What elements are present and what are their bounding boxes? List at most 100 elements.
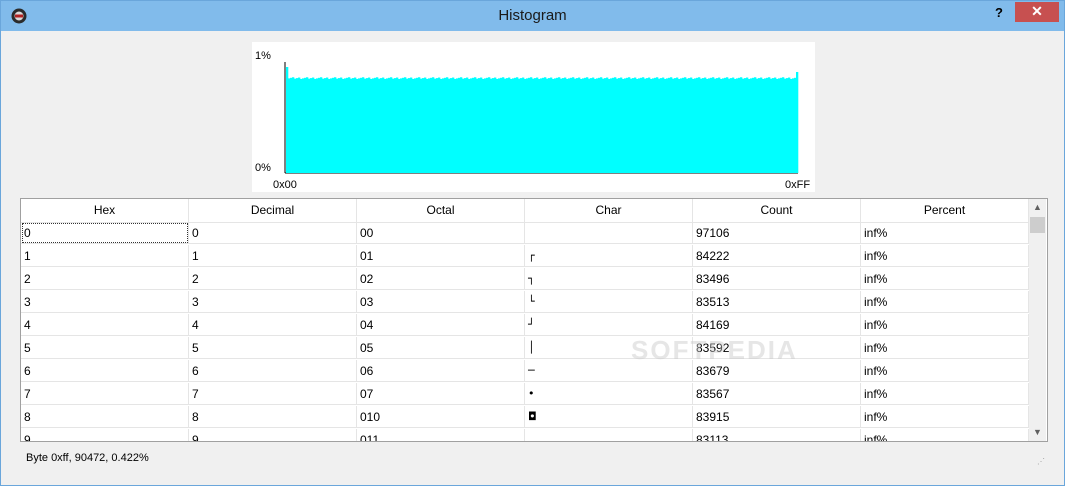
scroll-up-icon[interactable]: ▲ <box>1029 199 1046 216</box>
decimal-cell[interactable]: 7 <box>189 383 357 405</box>
table-row[interactable]: 3 3 03 └ 83513 inf% <box>21 291 1029 314</box>
scroll-down-icon[interactable]: ▼ <box>1029 424 1046 441</box>
scroll-thumb[interactable] <box>1030 217 1045 233</box>
histogram-bar <box>568 78 571 173</box>
table-row[interactable]: 2 2 02 ┐ 83496 inf% <box>21 268 1029 291</box>
hex-cell[interactable]: 7 <box>21 383 189 405</box>
histogram-bar <box>658 78 661 173</box>
count-cell[interactable]: 83513 <box>693 291 861 313</box>
count-cell[interactable]: 83496 <box>693 268 861 290</box>
decimal-cell[interactable]: 4 <box>189 314 357 336</box>
octal-cell[interactable]: 02 <box>357 268 525 290</box>
count-cell[interactable]: 83567 <box>693 383 861 405</box>
hex-cell[interactable]: 4 <box>21 314 189 336</box>
decimal-cell[interactable]: 6 <box>189 360 357 382</box>
octal-cell[interactable]: 011 <box>357 429 525 441</box>
column-header-percent[interactable]: Percent <box>861 199 1029 222</box>
percent-cell[interactable]: inf% <box>861 337 1029 359</box>
histogram-bar <box>694 78 697 173</box>
column-header-hex[interactable]: Hex <box>21 199 189 222</box>
percent-cell[interactable]: inf% <box>861 314 1029 336</box>
table-row[interactable]: 4 4 04 ┘ 84169 inf% <box>21 314 1029 337</box>
char-cell[interactable]: ┘ <box>525 314 693 336</box>
histogram-bar <box>566 78 569 173</box>
count-cell[interactable]: 83113 <box>693 429 861 441</box>
char-cell[interactable]: ┐ <box>525 268 693 290</box>
decimal-cell[interactable]: 9 <box>189 429 357 441</box>
octal-cell[interactable]: 06 <box>357 360 525 382</box>
decimal-cell[interactable]: 8 <box>189 406 357 428</box>
histogram-bar <box>666 78 669 173</box>
octal-cell[interactable]: 00 <box>357 222 525 244</box>
byte-table[interactable]: Hex Decimal Octal Char Count Percent 000… <box>20 198 1048 442</box>
histogram-bar <box>444 77 447 173</box>
histogram-bar <box>462 78 465 173</box>
decimal-cell[interactable]: 2 <box>189 268 357 290</box>
hex-cell[interactable]: 9 <box>21 429 189 441</box>
table-row[interactable]: 5 5 05 │ 83592 inf% <box>21 337 1029 360</box>
close-button[interactable]: ✕ <box>1015 2 1059 22</box>
histogram-bar <box>718 77 721 173</box>
histogram-bar <box>688 78 691 173</box>
octal-cell[interactable]: 03 <box>357 291 525 313</box>
resize-grip-icon[interactable]: ⋰ <box>1037 457 1047 467</box>
vertical-scrollbar[interactable]: ▲ ▼ <box>1029 199 1046 441</box>
histogram-bar <box>498 78 501 173</box>
count-cell[interactable]: 84222 <box>693 245 861 267</box>
char-cell[interactable] <box>525 429 693 441</box>
hex-cell[interactable]: 5 <box>21 337 189 359</box>
octal-cell[interactable]: 010 <box>357 406 525 428</box>
table-row[interactable]: 7 7 07 • 83567 inf% <box>21 383 1029 406</box>
hex-cell[interactable]: 1 <box>21 245 189 267</box>
percent-cell[interactable]: inf% <box>861 291 1029 313</box>
table-row[interactable]: 6 6 06 ─ 83679 inf% <box>21 360 1029 383</box>
octal-cell[interactable]: 07 <box>357 383 525 405</box>
char-cell[interactable] <box>525 222 693 244</box>
decimal-cell[interactable]: 5 <box>189 337 357 359</box>
hex-cell[interactable]: 0 <box>21 222 189 244</box>
histogram-bar <box>346 77 349 173</box>
percent-cell[interactable]: inf% <box>861 245 1029 267</box>
percent-cell[interactable]: inf% <box>861 268 1029 290</box>
title-bar[interactable]: Histogram ? ✕ <box>1 1 1064 31</box>
histogram-bar <box>434 78 437 173</box>
table-row[interactable]: 9 9 011 83113 inf% <box>21 429 1029 441</box>
decimal-cell[interactable]: 1 <box>189 245 357 267</box>
decimal-cell[interactable]: 3 <box>189 291 357 313</box>
table-row[interactable]: 1 1 01 ┌ 84222 inf% <box>21 245 1029 268</box>
char-cell[interactable]: ◘ <box>525 406 693 428</box>
hex-cell[interactable]: 6 <box>21 360 189 382</box>
count-cell[interactable]: 84169 <box>693 314 861 336</box>
histogram-bar <box>622 78 625 173</box>
hex-cell[interactable]: 3 <box>21 291 189 313</box>
decimal-cell[interactable]: 0 <box>189 222 357 244</box>
char-cell[interactable]: ┌ <box>525 245 693 267</box>
histogram-bar <box>784 78 787 173</box>
hex-cell[interactable]: 2 <box>21 268 189 290</box>
octal-cell[interactable]: 01 <box>357 245 525 267</box>
count-cell[interactable]: 83915 <box>693 406 861 428</box>
histogram-bar <box>612 77 615 173</box>
percent-cell[interactable]: inf% <box>861 222 1029 244</box>
percent-cell[interactable]: inf% <box>861 383 1029 405</box>
column-header-char[interactable]: Char <box>525 199 693 222</box>
octal-cell[interactable]: 05 <box>357 337 525 359</box>
column-header-octal[interactable]: Octal <box>357 199 525 222</box>
histogram-bar <box>686 78 689 173</box>
table-row[interactable]: 8 8 010 ◘ 83915 inf% <box>21 406 1029 429</box>
percent-cell[interactable]: inf% <box>861 406 1029 428</box>
octal-cell[interactable]: 04 <box>357 314 525 336</box>
char-cell[interactable]: • <box>525 383 693 405</box>
hex-cell[interactable]: 8 <box>21 406 189 428</box>
histogram-bar <box>480 77 483 173</box>
table-row[interactable]: 0 0 00 97106 inf% <box>21 222 1029 245</box>
column-header-decimal[interactable]: Decimal <box>189 199 357 222</box>
count-cell[interactable]: 97106 <box>693 222 861 244</box>
percent-cell[interactable]: inf% <box>861 360 1029 382</box>
histogram-plot[interactable] <box>252 42 815 192</box>
percent-cell[interactable]: inf% <box>861 429 1029 441</box>
histogram-bar <box>720 78 723 173</box>
help-button[interactable]: ? <box>985 3 1013 25</box>
column-header-count[interactable]: Count <box>693 199 861 222</box>
char-cell[interactable]: └ <box>525 291 693 313</box>
